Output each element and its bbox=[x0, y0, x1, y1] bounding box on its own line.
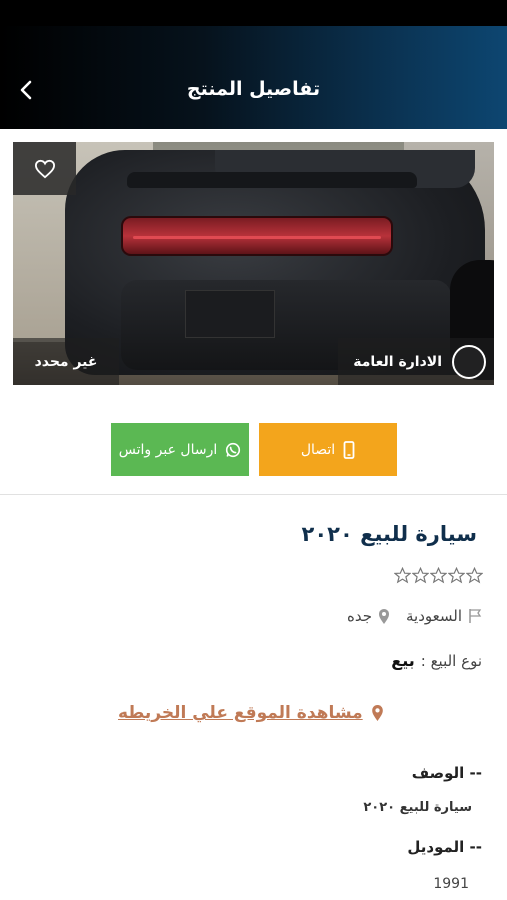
city-label: جده bbox=[346, 607, 372, 625]
star-icon bbox=[412, 567, 429, 584]
rating-stars[interactable] bbox=[393, 567, 483, 584]
star-icon bbox=[466, 567, 483, 584]
favorite-button[interactable] bbox=[13, 142, 76, 195]
sale-type-value: بيع bbox=[391, 651, 415, 670]
view-on-map-link[interactable]: مشاهدة الموقع علي الخريطه bbox=[118, 703, 384, 723]
product-title: سيارة للبيع ٢٠٢٠ bbox=[301, 522, 477, 546]
whatsapp-button[interactable]: ارسال عبر واتس bbox=[111, 423, 249, 476]
view-on-map-label: مشاهدة الموقع علي الخريطه bbox=[118, 703, 363, 723]
sale-type-label: نوع البيع : bbox=[420, 651, 482, 670]
page-title: تفاصيل المنتج bbox=[186, 78, 321, 100]
sale-type-row: نوع البيع : بيع bbox=[391, 651, 482, 670]
call-button-label: اتصال bbox=[300, 441, 336, 458]
product-image[interactable]: غير محدد الادارة العامة bbox=[13, 142, 494, 385]
avatar bbox=[452, 344, 486, 379]
map-pin-icon bbox=[371, 705, 383, 721]
description-heading: -- الوصف bbox=[411, 764, 482, 782]
status-bar bbox=[0, 0, 507, 26]
car-taillight bbox=[121, 216, 393, 256]
city-item: جده bbox=[347, 607, 390, 625]
whatsapp-button-label: ارسال عبر واتس bbox=[118, 441, 218, 458]
owner-badge[interactable]: الادارة العامة bbox=[338, 338, 494, 385]
section-divider bbox=[0, 494, 507, 495]
phone-icon bbox=[343, 440, 355, 459]
star-icon bbox=[430, 567, 447, 584]
price-badge: غير محدد bbox=[13, 338, 119, 385]
car-plate bbox=[185, 290, 275, 338]
country-item: السعودية bbox=[406, 607, 482, 625]
flag-icon bbox=[469, 609, 482, 623]
call-button[interactable]: اتصال bbox=[259, 423, 397, 476]
model-heading: -- الموديل bbox=[407, 838, 482, 856]
app-header: تفاصيل المنتج bbox=[0, 26, 507, 129]
model-value: 1991 bbox=[433, 876, 469, 892]
description-text: سيارة للبيع ٢٠٢٠ bbox=[363, 800, 472, 815]
owner-name: الادارة العامة bbox=[353, 353, 442, 370]
map-pin-icon bbox=[378, 608, 389, 624]
heart-icon bbox=[34, 159, 55, 178]
star-icon bbox=[448, 567, 465, 584]
location-row: السعودية جده bbox=[347, 606, 482, 626]
star-icon bbox=[394, 567, 411, 584]
car-spoiler bbox=[127, 172, 417, 188]
whatsapp-icon bbox=[225, 442, 241, 458]
country-label: السعودية bbox=[405, 607, 462, 625]
